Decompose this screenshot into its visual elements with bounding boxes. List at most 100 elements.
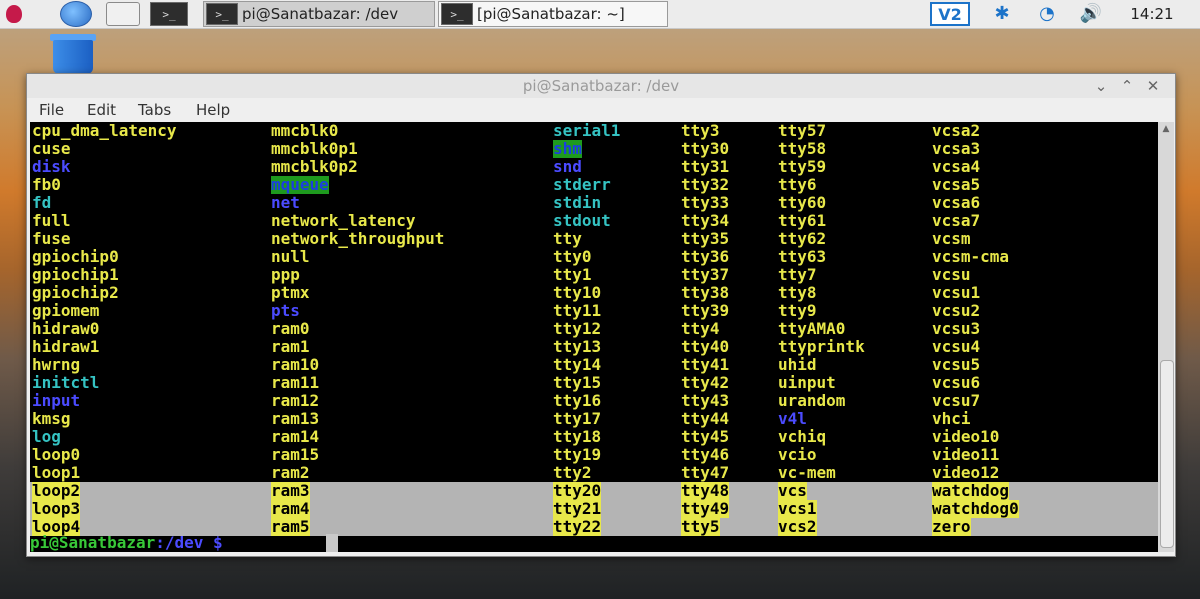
dev-entry: vcsa3 — [932, 139, 981, 158]
dev-entry: tty17 — [553, 409, 602, 428]
maximize-button[interactable]: ⌃ — [1117, 76, 1137, 96]
dev-entry: kmsg — [32, 409, 71, 428]
scrollbar-thumb[interactable] — [1160, 360, 1174, 548]
dev-entry: fb0 — [32, 175, 61, 194]
window-titlebar[interactable]: pi@Sanatbazar: /dev ⌄ ⌃ ✕ — [27, 74, 1175, 98]
dev-entry: watchdog — [932, 481, 1010, 500]
dev-entry: tty63 — [778, 247, 827, 266]
dev-entry: tty13 — [553, 337, 602, 356]
dev-entry: cuse — [32, 139, 71, 158]
terminal-row: hidraw1 ram1 tty13 tty40 ttyprintk vcsu4 — [30, 338, 1158, 356]
terminal-row: fb0 mqueue stderr tty32 tty6 vcsa5 — [30, 176, 1158, 194]
dev-entry: mqueue — [271, 175, 329, 194]
dev-entry: tty48 — [681, 481, 730, 500]
dev-entry: tty10 — [553, 283, 602, 302]
bluetooth-icon[interactable]: ✱ — [992, 3, 1012, 25]
dev-entry: net — [271, 193, 300, 212]
dev-entry: tty14 — [553, 355, 602, 374]
dev-entry: tty46 — [681, 445, 730, 464]
menu-bar: File Edit Tabs Help — [27, 98, 1175, 122]
close-button[interactable]: ✕ — [1143, 76, 1163, 96]
dev-entry: pts — [271, 301, 300, 320]
dev-entry: gpiochip2 — [32, 283, 119, 302]
terminal-row: input ram12 tty16 tty43 urandom vcsu7 — [30, 392, 1158, 410]
dev-entry: tty5 — [681, 517, 720, 536]
terminal-output[interactable]: cpu_dma_latency mmcblk0 serial1 tty3 tty57 vc… — [30, 122, 1158, 552]
dev-entry: vcsu1 — [932, 283, 981, 302]
dev-entry: full — [32, 211, 71, 230]
dev-entry: vcsa7 — [932, 211, 981, 230]
dev-entry: ram13 — [271, 409, 320, 428]
menu-edit[interactable]: Edit — [87, 101, 116, 119]
dev-entry: hwrng — [32, 355, 81, 374]
dev-entry: ram0 — [271, 319, 310, 338]
menu-help[interactable]: Help — [196, 101, 230, 119]
dev-entry: tty39 — [681, 301, 730, 320]
menu-tabs[interactable]: Tabs — [138, 101, 171, 119]
terminal-launcher[interactable]: >_ — [150, 2, 190, 26]
dev-entry: vcsu — [932, 265, 971, 284]
dev-entry: vcsa2 — [932, 122, 981, 140]
clock[interactable]: 14:21 — [1122, 4, 1182, 26]
dev-entry: vcsu5 — [932, 355, 981, 374]
dev-entry: hidraw1 — [32, 337, 100, 356]
terminal-row: hidraw0 ram0 tty12 tty4 ttyAMA0 vcsu3 — [30, 320, 1158, 338]
dev-entry: tty41 — [681, 355, 730, 374]
terminal-row: loop2 ram3 tty20 tty48 vcs watchdog — [30, 482, 1158, 500]
file-manager-launcher[interactable] — [106, 2, 142, 26]
dev-entry: tty0 — [553, 247, 592, 266]
taskbar-item-label: [pi@Sanatbazar: ~] — [477, 5, 625, 23]
volume-icon[interactable]: 🔊 — [1078, 3, 1104, 25]
taskbar-item-terminal-dev[interactable]: >_ pi@Sanatbazar: /dev — [203, 1, 435, 27]
dev-entry: mmcblk0p1 — [271, 139, 358, 158]
dev-entry: vchiq — [778, 427, 827, 446]
wifi-icon[interactable]: ◔ — [1036, 3, 1058, 25]
dev-entry: loop3 — [32, 499, 81, 518]
dev-entry: network_throughput — [271, 229, 445, 248]
dev-entry: vcs — [778, 481, 807, 500]
vnc-icon[interactable]: V2 — [930, 2, 970, 26]
prompt-path: :/dev $ — [155, 533, 223, 552]
dev-entry: tty49 — [681, 499, 730, 518]
dev-entry: tty — [553, 229, 582, 248]
scrollbar[interactable]: ▲ — [1158, 122, 1174, 552]
taskbar-item-terminal-home[interactable]: >_ [pi@Sanatbazar: ~] — [438, 1, 668, 27]
dev-entry: ram10 — [271, 355, 320, 374]
dev-entry: vcsa6 — [932, 193, 981, 212]
terminal-row: cpu_dma_latency mmcblk0 serial1 tty3 tty57 vc… — [30, 122, 1158, 140]
terminal-row: kmsg ram13 tty17 tty44 v4l vhci — [30, 410, 1158, 428]
dev-entry: tty36 — [681, 247, 730, 266]
dev-entry: snd — [553, 157, 582, 176]
dev-entry: tty6 — [778, 175, 817, 194]
browser-launcher[interactable] — [60, 1, 94, 27]
trash-icon[interactable] — [48, 34, 98, 74]
dev-entry: vcsa5 — [932, 175, 981, 194]
dev-entry: vc-mem — [778, 463, 836, 482]
dev-entry: video12 — [932, 463, 1000, 482]
dev-entry: vcsu2 — [932, 301, 981, 320]
trash-body — [53, 40, 93, 74]
globe-icon — [60, 1, 92, 27]
dev-entry: tty1 — [553, 265, 592, 284]
terminal-row: fd net stdin tty33 tty60 vcsa6 — [30, 194, 1158, 212]
terminal-row: cuse mmcblk0p1 shm tty30 tty58 vcsa3 — [30, 140, 1158, 158]
dev-entry: tty4 — [681, 319, 720, 338]
dev-entry: ram1 — [271, 337, 310, 356]
dev-entry: vcsa4 — [932, 157, 981, 176]
terminal-row: hwrng ram10 tty14 tty41 uhid vcsu5 — [30, 356, 1158, 374]
text-cursor — [326, 534, 338, 552]
terminal-row: gpiomem pts tty11 tty39 tty9 vcsu2 — [30, 302, 1158, 320]
terminal-row: disk mmcblk0p2 snd tty31 tty59 vcsa4 — [30, 158, 1158, 176]
dev-entry: cpu_dma_latency — [32, 122, 177, 140]
dev-entry: ram14 — [271, 427, 320, 446]
dev-entry: tty22 — [553, 517, 602, 536]
dev-entry: tty15 — [553, 373, 602, 392]
menu-file[interactable]: File — [39, 101, 64, 119]
dev-entry: tty45 — [681, 427, 730, 446]
terminal-row: log ram14 tty18 tty45 vchiq video10 — [30, 428, 1158, 446]
dev-entry: tty35 — [681, 229, 730, 248]
raspberry-menu-button[interactable] — [6, 2, 28, 26]
minimize-button[interactable]: ⌄ — [1091, 76, 1111, 96]
scroll-up-arrow-icon[interactable]: ▲ — [1160, 124, 1172, 134]
dev-entry: gpiomem — [32, 301, 100, 320]
